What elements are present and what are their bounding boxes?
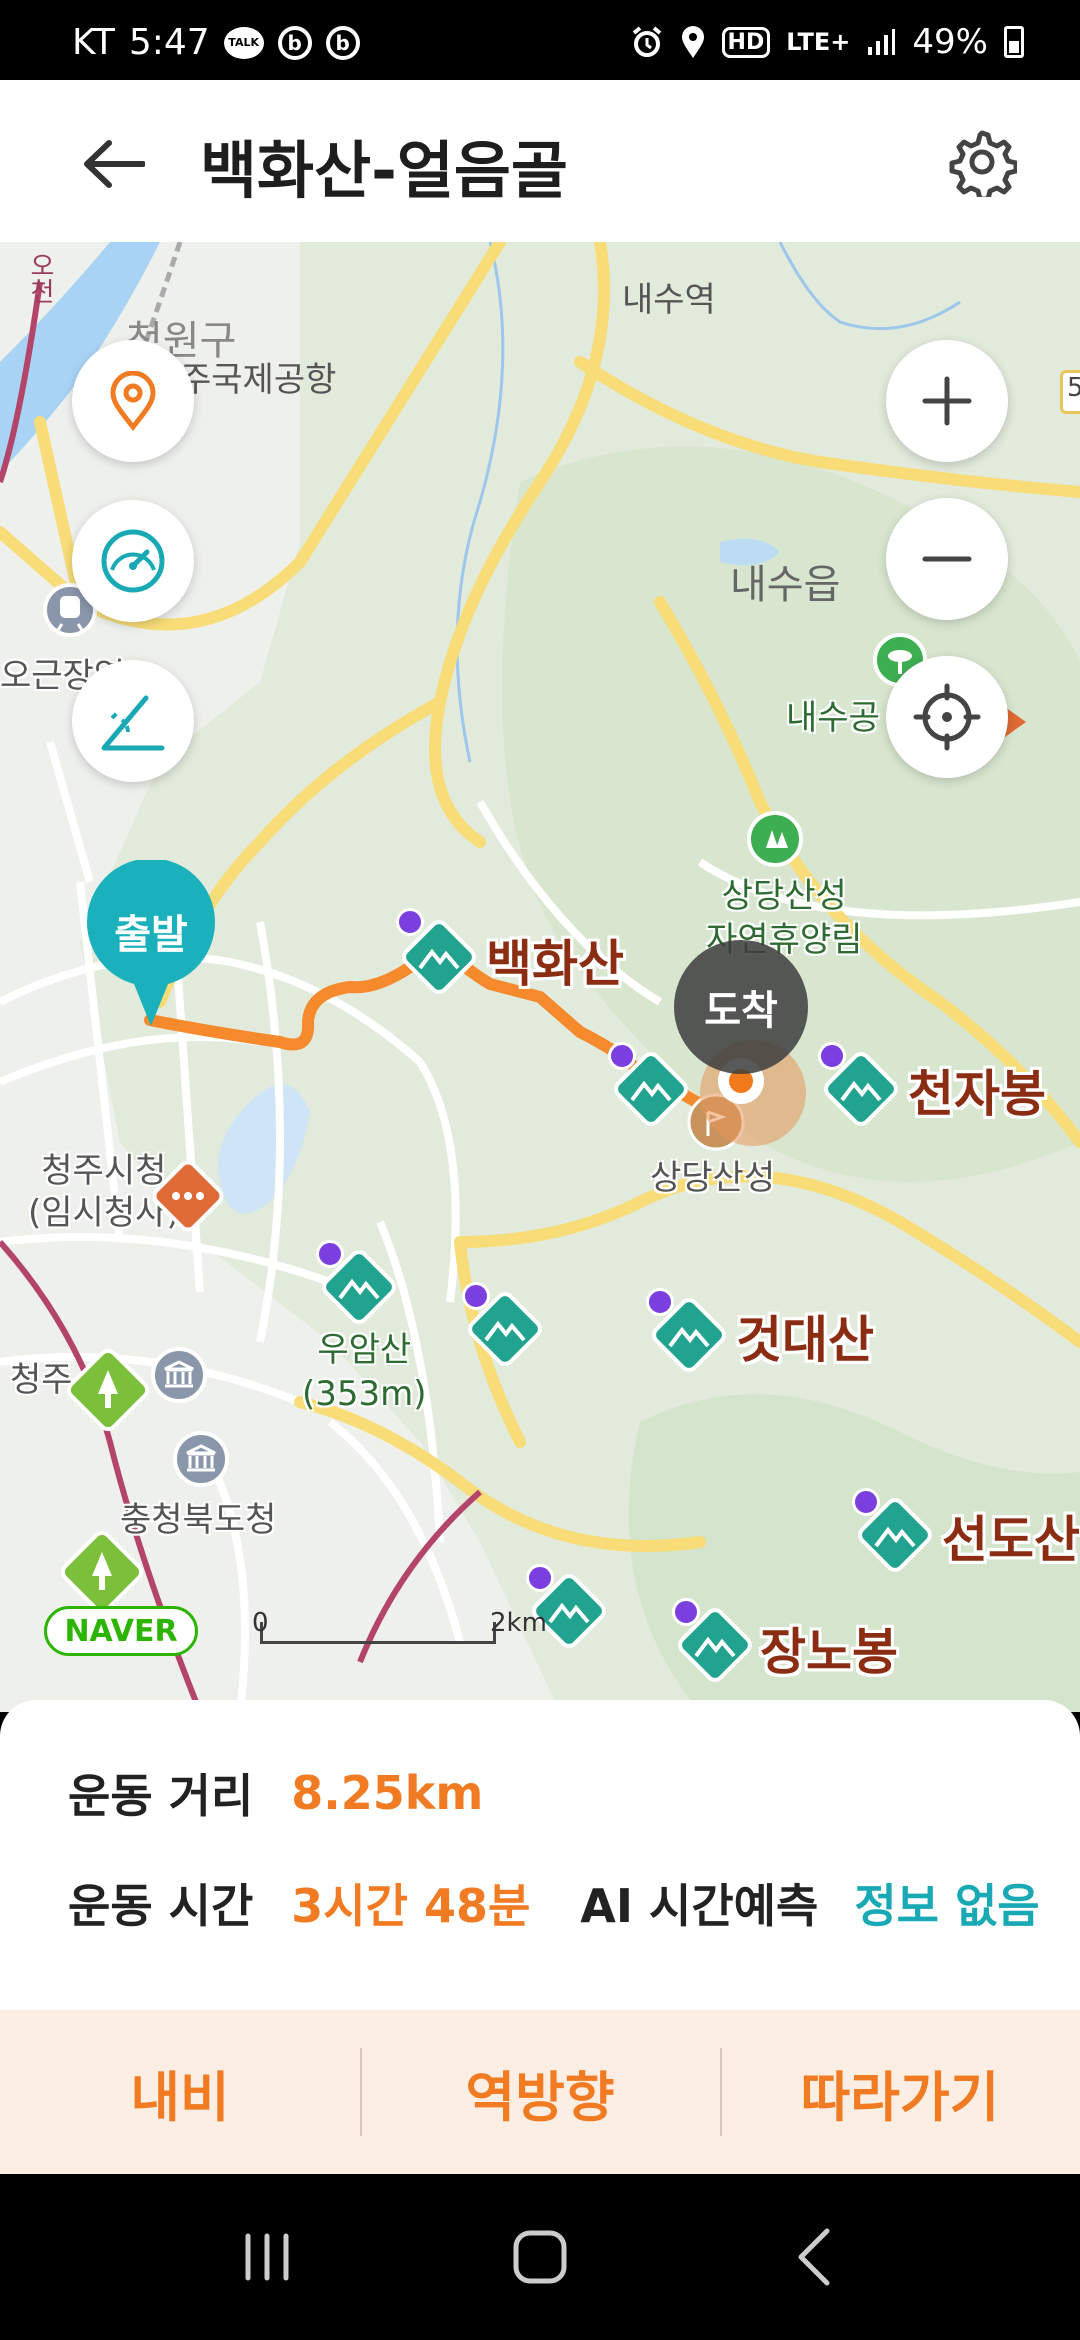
navi-button[interactable]: 내비 [0, 2010, 360, 2174]
peak-label-geotdaesan: 것대산 [736, 1311, 874, 1369]
time-label: 운동 시간 [68, 1879, 254, 1933]
status-time: 5:47 [128, 22, 210, 63]
minus-icon [922, 556, 972, 562]
peak-badge-icon [646, 1288, 674, 1316]
recent-apps-icon [245, 2233, 289, 2281]
battery-icon [1004, 26, 1024, 58]
peak-badge-icon [852, 1488, 880, 1516]
signal-icon [866, 27, 896, 57]
park-marker-icon[interactable] [60, 1342, 156, 1438]
back-button[interactable] [74, 124, 154, 204]
route-start-label: 출발 [114, 912, 188, 958]
map-scale-bar [260, 1622, 496, 1644]
scale-end-label: 2km [490, 1608, 547, 1638]
app-header: 백화산-얼음골 [0, 80, 1080, 242]
government-building-icon-2[interactable] [172, 1430, 230, 1488]
peak-badge-icon [316, 1240, 344, 1268]
government-building-icon[interactable] [150, 1346, 208, 1404]
map-label-sangdang-fortress: 상당산성 [650, 1158, 776, 1198]
map-label-naesu-station: 내수역 [622, 280, 716, 320]
peak-badge-icon [608, 1042, 636, 1070]
status-bar: KT 5:47 TALK b b HD LTE+ 49% [0, 0, 1080, 80]
map-label-naesu-eup: 내수읍 [730, 562, 841, 608]
map-label-naesu-park: 내수공 [786, 698, 880, 738]
speed-gauge-button[interactable] [72, 500, 194, 622]
action-bar: 내비 역방향 따라가기 [0, 2010, 1080, 2174]
ai-prediction-label: AI 시간예측 [580, 1879, 819, 1933]
home-button[interactable] [495, 2212, 585, 2302]
gear-icon [949, 130, 1017, 197]
peak-label-jangnobong: 장노봉 [760, 1623, 898, 1681]
uamsan-line1: 우암산 [317, 1330, 412, 1370]
location-icon [680, 25, 706, 59]
page-title: 백화산-얼음골 [200, 134, 568, 207]
battery-percent: 49% [912, 22, 988, 62]
carrier-label: KT [72, 22, 115, 63]
kakaotalk-icon: TALK [223, 26, 264, 59]
map-label-airport: 주국제공항 [180, 360, 337, 400]
chevron-left-icon [798, 2228, 830, 2286]
plus-icon [922, 376, 972, 426]
location-pin-icon [110, 371, 156, 431]
settings-button[interactable] [940, 120, 1024, 204]
reverse-direction-button[interactable]: 역방향 [360, 2010, 720, 2174]
network-type: LTE+ [786, 28, 851, 56]
city-hall-marker-icon[interactable] [146, 1154, 230, 1238]
time-value: 3시간 48분 [291, 1879, 531, 1933]
peak-badge-icon [526, 1564, 554, 1592]
map-view[interactable]: 내수역 청원구 주국제공항 오천 오근장역 내수읍 내수공 상당산성 자연휴양림… [0, 242, 1080, 1712]
peak-badge-icon [818, 1042, 846, 1070]
zoom-in-button[interactable] [886, 340, 1008, 462]
system-back-button[interactable] [768, 2212, 858, 2302]
uamsan-line2: (353m) [302, 1374, 427, 1414]
map-label-uamsan: 우암산 (353m) [302, 1328, 427, 1416]
route-info-panel: 운동 거리 8.25km 운동 시간 3시간 48분 AI 시간예측 정보 없음 [0, 1700, 1080, 2010]
current-location-button[interactable] [886, 656, 1008, 778]
system-nav-bar [0, 2174, 1080, 2340]
peak-label-seondosan: 선도산 [942, 1511, 1080, 1569]
ai-prediction-value: 정보 없음 [854, 1879, 1040, 1933]
distance-row: 운동 거리 8.25km [68, 1760, 483, 1826]
zoom-out-button[interactable] [886, 498, 1008, 620]
band-icon-2: b [325, 25, 360, 60]
naver-logo: NAVER [44, 1606, 198, 1656]
speedometer-icon [101, 529, 165, 593]
distance-value: 8.25km [291, 1766, 484, 1820]
time-row: 운동 시간 3시간 48분 AI 시간예측 정보 없음 [68, 1870, 1040, 1936]
elevation-slope-icon [101, 695, 165, 751]
route-end-label[interactable]: 도착 [674, 940, 808, 1074]
arrow-left-icon [84, 140, 145, 188]
home-icon [513, 2230, 567, 2284]
road-number-badge: 5 [1060, 370, 1080, 414]
elevation-profile-button[interactable] [72, 660, 194, 782]
peak-label-baekhwasan: 백화산 [486, 935, 624, 993]
recent-apps-button[interactable] [222, 2212, 312, 2302]
peak-label-cheonjabong: 천자봉 [908, 1065, 1046, 1123]
peak-badge-icon [462, 1282, 490, 1310]
hd-voice-icon: HD [721, 26, 771, 58]
crosshair-icon [913, 683, 981, 751]
forest-icon[interactable] [746, 810, 804, 868]
peak-badge-icon [672, 1598, 700, 1626]
peak-badge-icon [396, 908, 424, 936]
scale-start-label: 0 [252, 1608, 269, 1638]
follow-route-button[interactable]: 따라가기 [720, 2010, 1080, 2174]
distance-label: 운동 거리 [68, 1769, 254, 1823]
band-icon: b [277, 25, 312, 60]
forest-label-line1: 상당산성 [721, 876, 847, 916]
map-label-ocheon: 오천 [25, 252, 55, 304]
my-location-pin-button[interactable] [72, 340, 194, 462]
alarm-icon [630, 25, 664, 59]
